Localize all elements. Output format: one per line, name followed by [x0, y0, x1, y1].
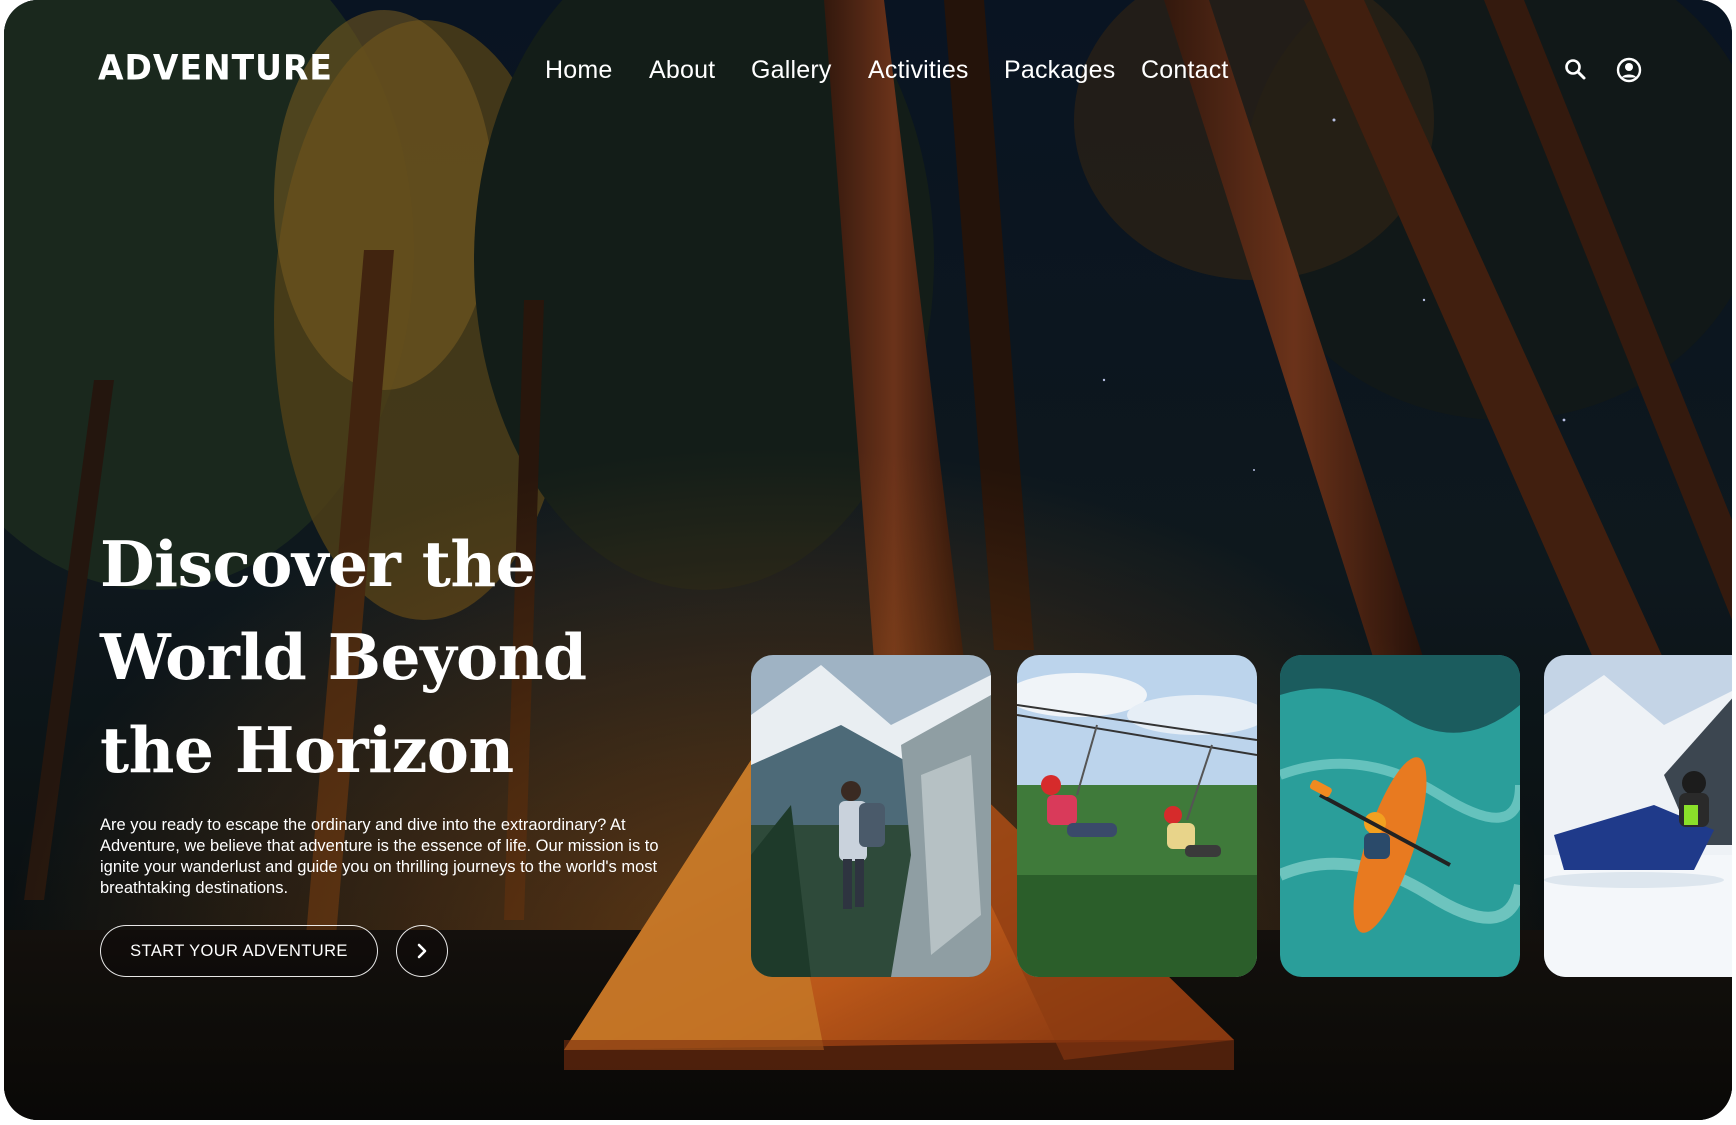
hero-title-line-3: the Horizon: [100, 713, 514, 787]
nav-item-activities[interactable]: Activities: [868, 56, 969, 85]
activity-card-zipline[interactable]: [1017, 655, 1257, 977]
hero-title: Discover the World Beyond the Horizon: [100, 518, 620, 797]
activity-card-kayaking[interactable]: [1280, 655, 1520, 977]
activity-card-snowmobile[interactable]: [1544, 655, 1732, 977]
start-adventure-label: START YOUR ADVENTURE: [130, 941, 348, 960]
user-account-icon[interactable]: [1615, 56, 1643, 84]
nav-item-packages[interactable]: Packages: [1004, 56, 1115, 85]
hero-title-line-1: Discover the: [100, 527, 536, 601]
nav-item-contact[interactable]: Contact: [1141, 56, 1229, 85]
nav-item-home[interactable]: Home: [545, 56, 613, 85]
nav-item-gallery[interactable]: Gallery: [751, 56, 832, 85]
page-frame: ADVENTURE Home About Gallery Activities …: [4, 0, 1732, 1120]
activity-card-hiking[interactable]: [751, 655, 991, 977]
main-nav: Home About Gallery Activities Packages C…: [4, 56, 1732, 90]
next-slide-button[interactable]: [396, 925, 448, 977]
hero-description: Are you ready to escape the ordinary and…: [100, 816, 659, 897]
chevron-right-icon: [417, 943, 427, 959]
start-adventure-button[interactable]: START YOUR ADVENTURE: [100, 925, 378, 977]
hero-title-line-2: World Beyond: [100, 620, 587, 694]
search-icon[interactable]: [1562, 56, 1590, 84]
nav-item-about[interactable]: About: [649, 56, 715, 85]
